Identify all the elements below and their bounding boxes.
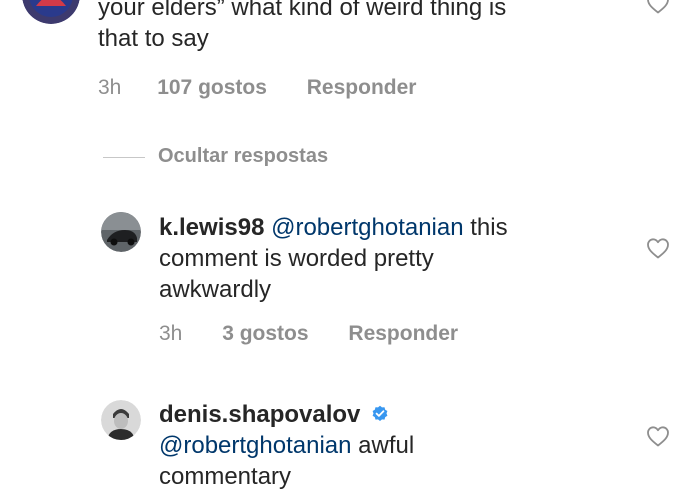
comment-text-line: awkwardly	[159, 276, 272, 303]
comment-meta: 3h 3 gostos Responder	[159, 322, 458, 346]
reply-button[interactable]: Responder	[307, 76, 417, 100]
comment-username[interactable]: k.lewis98	[159, 214, 264, 241]
comment-text-line: commentary	[159, 463, 292, 490]
mention-link[interactable]: @robertghotanian	[159, 432, 352, 459]
heart-outline-icon[interactable]	[646, 0, 670, 14]
comment-text: your elders” what kind of weird thing is…	[98, 0, 658, 54]
avatar[interactable]	[22, 0, 80, 24]
comment-time: 3h	[159, 322, 183, 345]
avatar-image	[101, 400, 141, 440]
comment-text-fragment: this	[463, 214, 508, 241]
avatar[interactable]	[101, 212, 141, 252]
avatar-image	[22, 0, 80, 24]
comment-text: k.lewis98 @robertghotanian this comment …	[159, 212, 639, 305]
comment-username[interactable]: denis.shapovalov	[159, 401, 360, 428]
comment-text: denis.shapovalov @robertghotanian awful …	[159, 399, 639, 492]
comment-likes[interactable]: 3 gostos	[222, 322, 308, 346]
hide-replies-label: Ocultar respostas	[158, 145, 329, 167]
comment-text-line: denis.shapovalov	[159, 399, 639, 430]
heart-outline-icon[interactable]	[646, 425, 670, 447]
avatar-image	[101, 212, 141, 252]
comment-likes[interactable]: 107 gostos	[157, 76, 267, 100]
mention-link[interactable]: @robertghotanian	[271, 214, 464, 241]
divider-line	[103, 157, 145, 158]
avatar[interactable]	[101, 400, 141, 440]
heart-outline-icon[interactable]	[646, 237, 670, 259]
comment-time: 3h	[98, 76, 122, 99]
reply-button[interactable]: Responder	[348, 322, 458, 346]
verified-badge-icon	[372, 405, 388, 421]
comment-text-line: comment is worded pretty	[159, 245, 434, 272]
comment-text-line: k.lewis98 @robertghotanian this	[159, 212, 639, 243]
comment-text-line: @robertghotanian awful	[159, 430, 639, 461]
comment-text-line: that to say	[98, 25, 209, 52]
comment-meta: 3h 107 gostos Responder	[98, 76, 416, 100]
comment-text-line: your elders” what kind of weird thing is	[98, 0, 507, 21]
comment-text-fragment: awful	[351, 432, 415, 459]
